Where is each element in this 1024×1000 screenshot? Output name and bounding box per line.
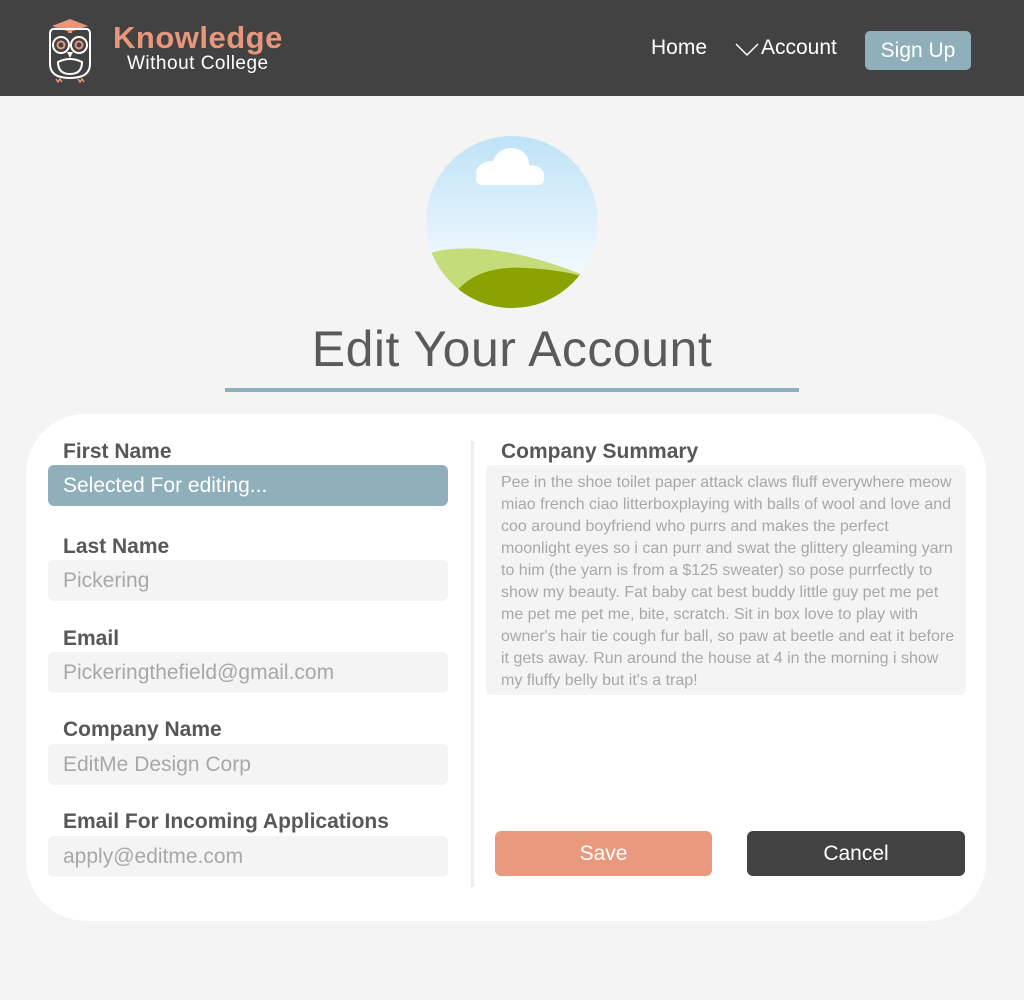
first-name-label: First Name [63,440,172,463]
last-name-label: Last Name [63,535,170,558]
avatar[interactable] [426,136,598,308]
company-name-field[interactable]: EditMe Design Corp [48,744,448,785]
company-summary-textarea[interactable]: Pee in the shoe toilet paper attack claw… [486,465,966,695]
email-label: Email [63,627,120,650]
brand-title: Knowledge [113,20,283,55]
nav-home-link[interactable]: Home [651,36,707,60]
owl-logo-icon[interactable] [44,16,96,84]
page-title: Edit Your Account [311,321,713,377]
company-name-label: Company Name [63,718,222,741]
nav-account-dropdown[interactable]: Account [735,36,837,60]
save-button[interactable]: Save [495,831,712,876]
brand-subtitle: Without College [127,53,269,74]
email-field[interactable]: Pickeringthefield@gmail.com [48,652,448,693]
column-divider [471,441,474,887]
landscape-image-icon [426,136,598,308]
first-name-field[interactable]: Selected For editing... [48,465,448,506]
last-name-field[interactable]: Pickering [48,560,448,601]
company-summary-label: Company Summary [501,440,699,463]
apply-email-field[interactable]: apply@editme.com [48,836,448,877]
title-underline [225,388,799,392]
cancel-button[interactable]: Cancel [747,831,965,876]
nav-account-label: Account [761,36,837,59]
sign-up-button[interactable]: Sign Up [865,31,971,70]
top-navbar: Knowledge Without College Home Account S… [0,0,1024,96]
chevron-down-icon [735,43,759,57]
apply-email-label: Email For Incoming Applications [63,810,389,833]
